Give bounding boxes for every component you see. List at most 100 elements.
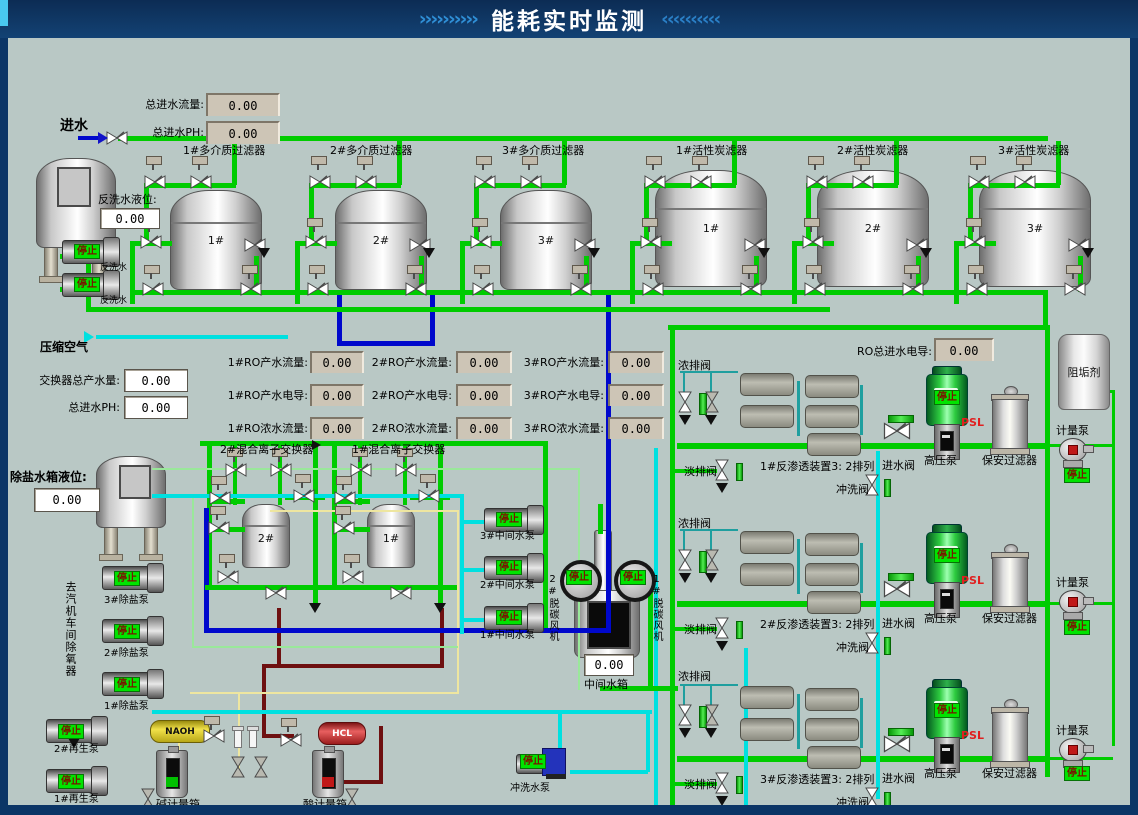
valve-icon[interactable]: [418, 488, 440, 504]
valve-icon[interactable]: [642, 281, 664, 297]
stop-button[interactable]: 停止: [496, 610, 522, 625]
stop-button[interactable]: 停止: [1064, 468, 1090, 483]
flow-arrow-icon: [679, 728, 691, 744]
pipe-segment: [270, 510, 459, 512]
stop-button[interactable]: 停止: [114, 624, 140, 639]
valve-icon[interactable]: [333, 520, 355, 536]
valve-icon[interactable]: [270, 462, 292, 478]
valve-icon[interactable]: [190, 174, 212, 190]
valve-icon[interactable]: [704, 549, 720, 571]
pipe-segment: [86, 307, 830, 312]
dosing-pump[interactable]: [1059, 736, 1093, 768]
valve-icon[interactable]: [1064, 281, 1086, 297]
valve-icon[interactable]: [208, 520, 230, 536]
valve-icon[interactable]: [704, 704, 720, 726]
valve-icon[interactable]: [144, 174, 166, 190]
dosing-pump[interactable]: [1059, 436, 1093, 468]
stop-button[interactable]: 停止: [496, 560, 522, 575]
inlet-valve-icon[interactable]: [883, 734, 911, 754]
valve-icon[interactable]: [309, 174, 331, 190]
inlet-valve-icon[interactable]: [883, 579, 911, 599]
stop-button[interactable]: 停止: [934, 390, 960, 405]
valve-icon[interactable]: [677, 391, 693, 413]
valve-icon[interactable]: [1014, 174, 1036, 190]
valve-icon[interactable]: [240, 281, 262, 297]
valve-icon[interactable]: [902, 281, 924, 297]
stop-button[interactable]: 停止: [496, 512, 522, 527]
valve-icon[interactable]: [472, 281, 494, 297]
exchanger-total-label: 交换器总产水量:: [24, 374, 120, 387]
stop-button[interactable]: 停止: [620, 570, 646, 585]
valve-icon[interactable]: [307, 281, 329, 297]
perm-valve-label: 淡排阀: [684, 465, 717, 478]
valve-icon[interactable]: [253, 756, 269, 778]
stop-button[interactable]: 停止: [74, 244, 100, 259]
valve-icon[interactable]: [350, 462, 372, 478]
stop-button[interactable]: 停止: [566, 570, 592, 585]
pipe-segment: [190, 692, 459, 694]
valve-icon[interactable]: [405, 281, 427, 297]
valve-icon[interactable]: [140, 234, 162, 250]
ro-reading-label: 2#RO产水流量:: [364, 356, 452, 369]
valve-icon[interactable]: [520, 174, 542, 190]
valve-icon[interactable]: [334, 490, 356, 506]
valve-icon[interactable]: [280, 732, 302, 748]
stop-button[interactable]: 停止: [114, 571, 140, 586]
inlet-valve-icon[interactable]: [883, 421, 911, 441]
stop-button[interactable]: 停止: [74, 277, 100, 292]
membrane-vessel: [740, 405, 794, 428]
filter-label: 3#活性炭滤器: [998, 144, 1069, 157]
valve-icon[interactable]: [570, 281, 592, 297]
sensor-icon: [146, 156, 162, 165]
valve-icon[interactable]: [968, 174, 990, 190]
sensor-icon: [357, 156, 373, 165]
valve-icon[interactable]: [740, 281, 762, 297]
valve-icon[interactable]: [305, 234, 327, 250]
stop-button[interactable]: 停止: [58, 774, 84, 789]
valve-icon[interactable]: [966, 281, 988, 297]
valve-icon[interactable]: [640, 234, 662, 250]
pipe-segment: [1045, 325, 1050, 777]
valve-icon[interactable]: [474, 174, 496, 190]
stop-button[interactable]: 停止: [934, 703, 960, 718]
pipe-segment: [860, 698, 863, 748]
valve-icon[interactable]: [395, 462, 417, 478]
valve-icon[interactable]: [209, 490, 231, 506]
stop-button[interactable]: 停止: [934, 548, 960, 563]
valve-icon[interactable]: [644, 174, 666, 190]
valve-icon[interactable]: [677, 704, 693, 726]
valve-icon[interactable]: [390, 585, 412, 601]
flush-valve-label: 冲洗阀: [836, 641, 869, 654]
valve-icon[interactable]: [142, 281, 164, 297]
stop-button[interactable]: 停止: [58, 724, 84, 739]
valve-icon[interactable]: [470, 234, 492, 250]
membrane-vessel: [807, 591, 861, 614]
valve-icon[interactable]: [852, 174, 874, 190]
exchanger-vessel[interactable]: 2#: [242, 504, 290, 568]
ro-unit-label: 3#反渗透装置3: 2排列: [760, 773, 874, 786]
stop-button[interactable]: 停止: [1064, 620, 1090, 635]
valve-icon[interactable]: [342, 569, 364, 585]
valve-icon[interactable]: [355, 174, 377, 190]
dosing-pump[interactable]: [1059, 588, 1093, 620]
valve-icon[interactable]: [802, 234, 824, 250]
exchanger-vessel[interactable]: 1#: [367, 504, 415, 568]
valve-icon[interactable]: [804, 281, 826, 297]
ro-cond-value: 0.00: [934, 338, 994, 361]
valve-icon[interactable]: [217, 569, 239, 585]
valve-icon[interactable]: [704, 391, 720, 413]
valve-icon[interactable]: [964, 234, 986, 250]
valve-icon[interactable]: [677, 549, 693, 571]
total-ph-value: 0.00: [206, 121, 280, 144]
guard-filter-label: 保安过滤器: [982, 454, 1037, 467]
valve-icon[interactable]: [203, 728, 225, 744]
valve-icon[interactable]: [225, 462, 247, 478]
stop-button[interactable]: 停止: [114, 677, 140, 692]
valve-icon[interactable]: [265, 585, 287, 601]
stop-button[interactable]: 停止: [520, 754, 546, 769]
valve-icon[interactable]: [690, 174, 712, 190]
valve-icon[interactable]: [230, 756, 246, 778]
stop-button[interactable]: 停止: [1064, 766, 1090, 781]
valve-icon[interactable]: [806, 174, 828, 190]
valve-icon[interactable]: [293, 488, 315, 504]
